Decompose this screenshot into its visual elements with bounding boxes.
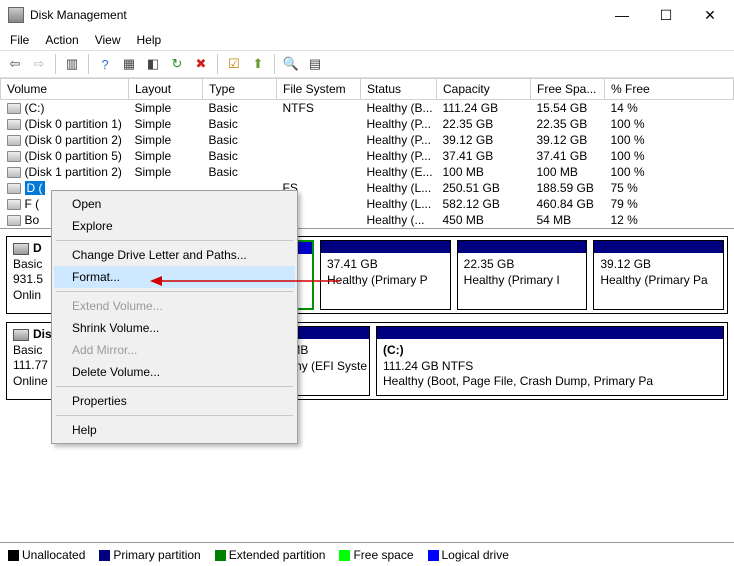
drive-icon [7,119,21,130]
window-title: Disk Management [30,8,600,22]
annotation-arrow [150,275,350,287]
ctx-help[interactable]: Help [54,419,295,441]
col-capacity[interactable]: Capacity [437,79,531,100]
table-row[interactable]: (Disk 0 partition 1)SimpleBasicHealthy (… [1,116,734,132]
ctx-change-letter[interactable]: Change Drive Letter and Paths... [54,244,295,266]
close-button[interactable]: ✕ [688,1,732,29]
drive-icon [7,135,21,146]
table-row[interactable]: (C:)SimpleBasicNTFSHealthy (B...111.24 G… [1,100,734,117]
drive-icon [7,151,21,162]
disk-icon [13,243,29,255]
tool-icon-5[interactable]: ▤ [304,53,326,75]
ctx-shrink[interactable]: Shrink Volume... [54,317,295,339]
titlebar: Disk Management — ☐ ✕ [0,0,734,30]
back-icon[interactable]: ⇦ [4,53,26,75]
table-row[interactable]: (Disk 0 partition 5)SimpleBasicHealthy (… [1,148,734,164]
menu-view[interactable]: View [89,31,127,49]
col-status[interactable]: Status [361,79,437,100]
drive-icon [7,103,21,114]
menu-action[interactable]: Action [39,31,84,49]
ctx-mirror[interactable]: Add Mirror... [54,339,295,361]
menu-file[interactable]: File [4,31,35,49]
table-header-row: Volume Layout Type File System Status Ca… [1,79,734,100]
col-pct[interactable]: % Free [605,79,734,100]
ctx-open[interactable]: Open [54,193,295,215]
drive-icon [7,199,21,210]
swatch-freespace [339,550,350,561]
refresh-icon[interactable]: ↻ [166,53,188,75]
drive-icon [7,167,21,178]
menu-help[interactable]: Help [131,31,168,49]
legend: Unallocated Primary partition Extended p… [0,542,734,566]
ctx-delete[interactable]: Delete Volume... [54,361,295,383]
check-icon[interactable]: ☑ [223,53,245,75]
maximize-button[interactable]: ☐ [644,1,688,29]
swatch-unallocated [8,550,19,561]
app-icon [8,7,24,23]
table-row[interactable]: (Disk 1 partition 2)SimpleBasicHealthy (… [1,164,734,180]
minimize-button[interactable]: — [600,1,644,29]
col-type[interactable]: Type [203,79,277,100]
ctx-properties[interactable]: Properties [54,390,295,412]
forward-icon[interactable]: ⇨ [28,53,50,75]
disk-icon [13,329,29,341]
delete-icon[interactable]: ✖ [190,53,212,75]
search-icon[interactable]: 🔍 [280,53,302,75]
ctx-explore[interactable]: Explore [54,215,295,237]
partition[interactable]: 22.35 GBHealthy (Primary I [457,240,588,310]
tool-icon-1[interactable]: ▥ [61,53,83,75]
partition[interactable]: 39.12 GBHealthy (Primary Pa [593,240,724,310]
tool-icon-2[interactable]: ▦ [118,53,140,75]
swatch-logical [428,550,439,561]
col-volume[interactable]: Volume [1,79,129,100]
drive-icon [7,183,21,194]
drive-icon [7,215,21,226]
col-fs[interactable]: File System [277,79,361,100]
tool-icon-3[interactable]: ◧ [142,53,164,75]
help-icon[interactable]: ? [94,53,116,75]
col-layout[interactable]: Layout [129,79,203,100]
col-free[interactable]: Free Spa... [531,79,605,100]
partition[interactable]: (C:)111.24 GB NTFSHealthy (Boot, Page Fi… [376,326,724,396]
swatch-extended [215,550,226,561]
tool-icon-4[interactable]: ⬆ [247,53,269,75]
ctx-extend[interactable]: Extend Volume... [54,295,295,317]
toolbar: ⇦ ⇨ ▥ ? ▦ ◧ ↻ ✖ ☑ ⬆ 🔍 ▤ [0,50,734,78]
context-menu: Open Explore Change Drive Letter and Pat… [51,190,298,444]
menubar: File Action View Help [0,30,734,50]
swatch-primary [99,550,110,561]
table-row[interactable]: (Disk 0 partition 2)SimpleBasicHealthy (… [1,132,734,148]
